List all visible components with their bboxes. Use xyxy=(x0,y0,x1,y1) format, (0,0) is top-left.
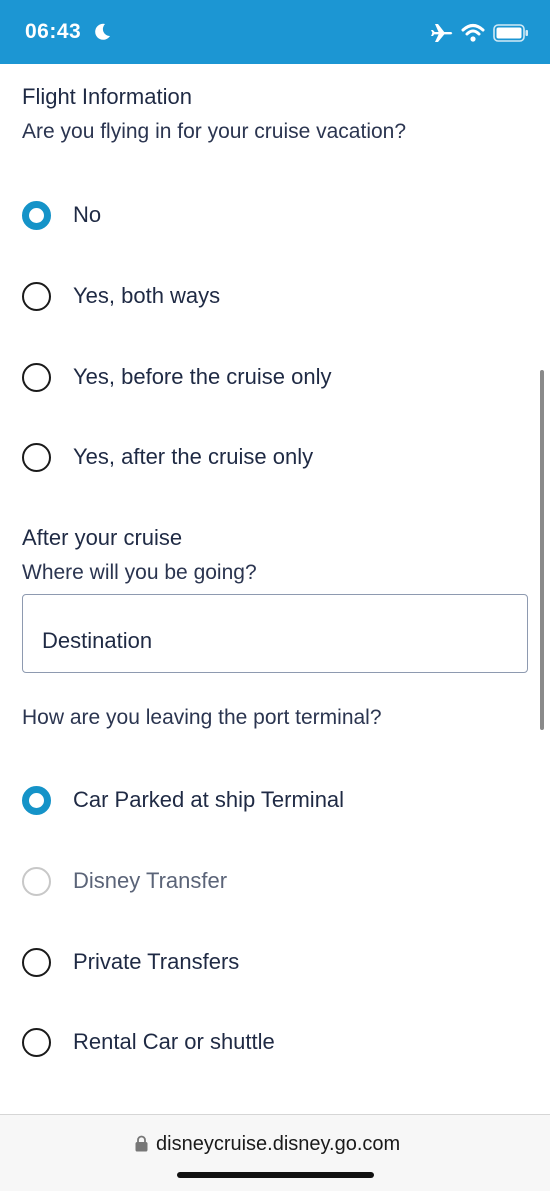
radio-label: Yes, after the cruise only xyxy=(73,444,314,469)
url-text[interactable]: disneycruise.disney.go.com xyxy=(156,1133,400,1156)
radio-button[interactable] xyxy=(22,363,51,392)
radio-label: Yes, both ways xyxy=(73,283,221,308)
scrollbar[interactable] xyxy=(540,370,544,730)
radio-button[interactable] xyxy=(22,1028,51,1057)
where-going-question: Where will you be going? xyxy=(22,561,257,584)
flight-option-after-only[interactable]: Yes, after the cruise only xyxy=(22,437,522,477)
radio-button-checked[interactable] xyxy=(22,201,51,230)
radio-label: Car Parked at ship Terminal xyxy=(73,787,345,812)
browser-url-bar[interactable]: disneycruise.disney.go.com xyxy=(0,1114,550,1191)
port-option-car-parked[interactable]: Car Parked at ship Terminal xyxy=(22,780,522,820)
radio-button[interactable] xyxy=(22,948,51,977)
radio-button-checked[interactable] xyxy=(22,786,51,815)
form-content: Flight Information Are you flying in for… xyxy=(0,64,550,1114)
status-time: 06:43 xyxy=(25,20,82,43)
after-cruise-title: After your cruise xyxy=(22,525,183,550)
port-option-rental-car[interactable]: Rental Car or shuttle xyxy=(22,1022,522,1062)
flying-in-question: Are you flying in for your cruise vacati… xyxy=(22,120,407,143)
status-bar: 06:43 xyxy=(0,0,550,64)
radio-label: Rental Car or shuttle xyxy=(73,1029,275,1054)
radio-label: Yes, before the cruise only xyxy=(73,364,332,389)
port-terminal-question: How are you leaving the port terminal? xyxy=(22,706,382,729)
radio-button-disabled xyxy=(22,867,51,896)
airplane-icon xyxy=(431,24,453,42)
radio-button[interactable] xyxy=(22,282,51,311)
radio-label: No xyxy=(73,202,102,227)
lock-icon xyxy=(135,1135,148,1152)
destination-field[interactable]: Destination xyxy=(22,594,528,673)
wifi-icon xyxy=(461,24,485,42)
radio-label: Disney Transfer xyxy=(73,868,228,893)
flight-option-before-only[interactable]: Yes, before the cruise only xyxy=(22,357,522,397)
battery-icon xyxy=(493,24,528,42)
port-option-private-transfers[interactable]: Private Transfers xyxy=(22,942,522,982)
destination-value: Destination xyxy=(42,628,153,653)
moon-icon xyxy=(95,23,110,40)
port-option-disney-transfer: Disney Transfer xyxy=(22,861,522,901)
flight-info-title: Flight Information xyxy=(22,84,192,109)
flight-option-no[interactable]: No xyxy=(22,195,522,235)
home-indicator[interactable] xyxy=(177,1172,374,1178)
flight-option-both-ways[interactable]: Yes, both ways xyxy=(22,276,522,316)
radio-label: Private Transfers xyxy=(73,949,240,974)
radio-button[interactable] xyxy=(22,443,51,472)
